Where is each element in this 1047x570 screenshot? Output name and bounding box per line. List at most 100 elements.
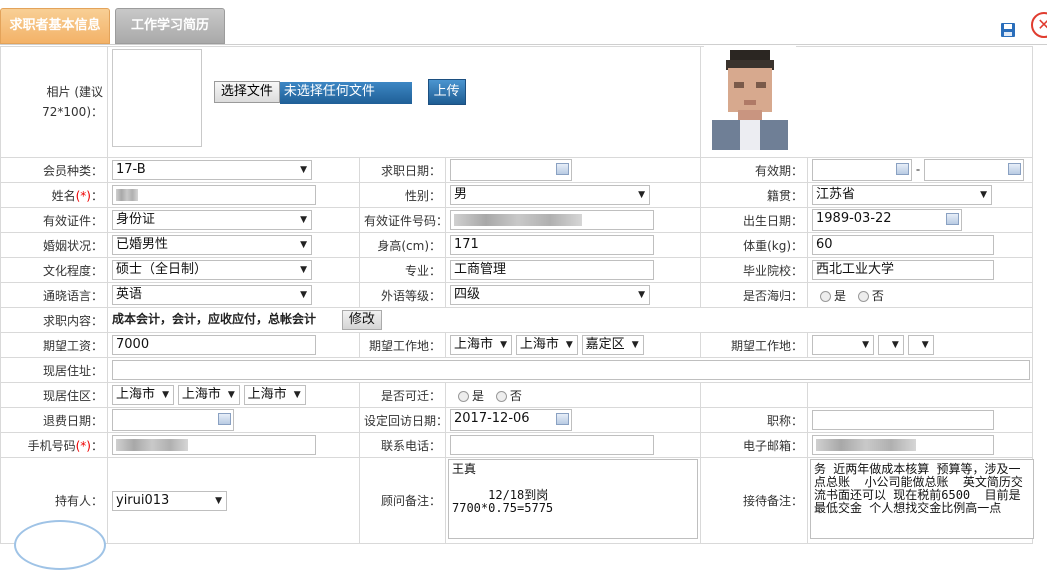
consultant-note-label: 顾问备注： (359, 457, 446, 544)
returnee-no-radio[interactable] (857, 290, 869, 302)
refund-date-label: 退费日期： (0, 407, 108, 433)
school-input[interactable]: 西北工业大学 (812, 260, 995, 280)
expected-location2-label: 期望工作地： (700, 332, 809, 358)
upload-button[interactable]: 上传 (427, 79, 466, 105)
current-city-select[interactable]: 上海市 (112, 385, 174, 405)
job-date-input[interactable] (450, 159, 572, 181)
refund-date-input[interactable] (112, 409, 234, 431)
reception-note-label: 接待备注： (700, 457, 809, 544)
job-content-value: 成本会计，会计，应收应付，总帐会计 (112, 312, 317, 326)
education-label: 文化程度： (0, 257, 108, 283)
gender-label: 性别： (359, 182, 446, 208)
calendar-icon[interactable] (556, 413, 569, 425)
relocate-yes-radio[interactable] (458, 390, 469, 402)
current-address-input[interactable] (112, 360, 1030, 380)
birth-date-label: 出生日期： (700, 207, 809, 233)
name-label: 姓名(*)： (0, 182, 108, 208)
id-number-input[interactable] (450, 210, 654, 230)
returnee-no-label: 否 (871, 288, 884, 303)
returnee-yes-label: 是 (834, 288, 847, 303)
expected-location-label: 期望工作地： (359, 332, 446, 358)
tab-work-study-resume[interactable]: 工作学习简历 (115, 8, 225, 44)
job-title-input[interactable] (812, 410, 995, 430)
valid-start-input[interactable] (812, 159, 913, 181)
tab-basic-info[interactable]: 求职者基本信息 (0, 8, 110, 44)
job-title-label: 职称： (700, 407, 809, 433)
expected-city2-select[interactable]: 上海市 (515, 335, 578, 355)
revisit-date-input[interactable]: 2017-12-06 (450, 409, 572, 431)
id-number-label: 有效证件号码： (359, 207, 448, 233)
foreign-level-select[interactable]: 四级 (450, 285, 650, 305)
native-place-select[interactable]: 江苏省 (812, 185, 993, 205)
job-content-label: 求职内容： (0, 307, 108, 333)
save-icon[interactable] (1000, 22, 1016, 38)
foreign-level-label: 外语等级： (359, 282, 446, 308)
height-label: 身高(cm)： (359, 232, 446, 258)
revisit-date-label: 设定回访日期： (359, 407, 448, 433)
id-type-select[interactable]: 身份证 (112, 210, 312, 230)
applicant-form: 相片 (建议72*100)： 选择文件 未选择任何文件 上传 会员种类： 17-B… (0, 46, 1035, 544)
major-input[interactable]: 工商管理 (450, 260, 654, 280)
email-label: 电子邮箱： (700, 432, 809, 458)
job-date-label: 求职日期： (359, 157, 446, 183)
marital-select[interactable]: 已婚男性 (112, 235, 312, 255)
calendar-icon[interactable] (1008, 163, 1022, 175)
id-type-label: 有效证件： (0, 207, 108, 233)
applicant-photo (704, 46, 796, 150)
expected-location2-district-select[interactable] (907, 335, 934, 355)
native-place-label: 籍贯： (700, 182, 809, 208)
calendar-icon[interactable] (556, 163, 569, 175)
photo-label: 相片 (建议72*100)： (0, 46, 108, 158)
tab-bar: 求职者基本信息 工作学习简历 (0, 6, 1047, 44)
language-label: 通晓语言： (0, 282, 108, 308)
contact-phone-input[interactable] (450, 435, 654, 455)
consultant-note-textarea[interactable]: 王真 12/18到岗 7700*0.75=5775 (448, 459, 698, 539)
chat-widget[interactable] (14, 520, 106, 570)
calendar-icon[interactable] (946, 213, 960, 225)
language-select[interactable]: 英语 (112, 285, 312, 305)
valid-period-label: 有效期： (700, 157, 809, 183)
relocate-no-radio[interactable] (495, 390, 507, 402)
mobile-input[interactable] (112, 435, 316, 455)
returnee-yes-radio[interactable] (820, 290, 832, 302)
photo-preview (112, 49, 202, 147)
valid-end-input[interactable] (924, 159, 1025, 181)
major-label: 专业： (359, 257, 446, 283)
reception-note-textarea[interactable]: 务 近两年做成本核算 预算等，涉及一点总账 小公司能做总账 英文简历交流书面还可… (810, 459, 1035, 539)
current-address-label: 现居住址： (0, 357, 108, 383)
tab-divider (0, 44, 1047, 45)
expected-location2-city2-select[interactable] (877, 335, 904, 355)
choose-file-button[interactable]: 选择文件 (213, 81, 280, 103)
expected-city-select[interactable]: 上海市 (450, 335, 512, 355)
gender-select[interactable]: 男 (450, 185, 650, 205)
applicant-photo-image (704, 46, 796, 150)
relocate-yes-label: 是 (472, 388, 485, 403)
weight-input[interactable]: 60 (812, 235, 995, 255)
current-city3-select[interactable]: 上海市 (243, 385, 306, 405)
modify-button[interactable]: 修改 (341, 310, 382, 330)
member-type-select[interactable]: 17-B (112, 160, 312, 180)
marital-label: 婚姻状况： (0, 232, 108, 258)
returnee-label: 是否海归： (700, 282, 809, 308)
expected-district-select[interactable]: 嘉定区 (581, 335, 644, 355)
name-input[interactable] (112, 185, 316, 205)
height-input[interactable]: 171 (450, 235, 654, 255)
birth-date-input[interactable]: 1989-03-22 (812, 209, 963, 231)
education-select[interactable]: 硕士（全日制） (112, 260, 312, 280)
current-area-label: 现居住区： (0, 382, 108, 408)
current-city2-select[interactable]: 上海市 (177, 385, 240, 405)
relocate-label: 是否可迁： (359, 382, 446, 408)
school-label: 毕业院校： (700, 257, 809, 283)
mobile-label: 手机号码(*)： (0, 432, 108, 458)
contact-phone-label: 联系电话： (359, 432, 446, 458)
expected-salary-input[interactable]: 7000 (112, 335, 316, 355)
email-input[interactable] (812, 435, 995, 455)
relocate-no-label: 否 (509, 388, 522, 403)
expected-salary-label: 期望工资： (0, 332, 108, 358)
calendar-icon[interactable] (896, 163, 910, 175)
valid-period-separator: - (915, 162, 921, 177)
calendar-icon[interactable] (218, 413, 231, 425)
file-status: 未选择任何文件 (279, 82, 412, 104)
expected-location2-city-select[interactable] (812, 335, 875, 355)
owner-select[interactable]: yirui013 (112, 490, 227, 511)
